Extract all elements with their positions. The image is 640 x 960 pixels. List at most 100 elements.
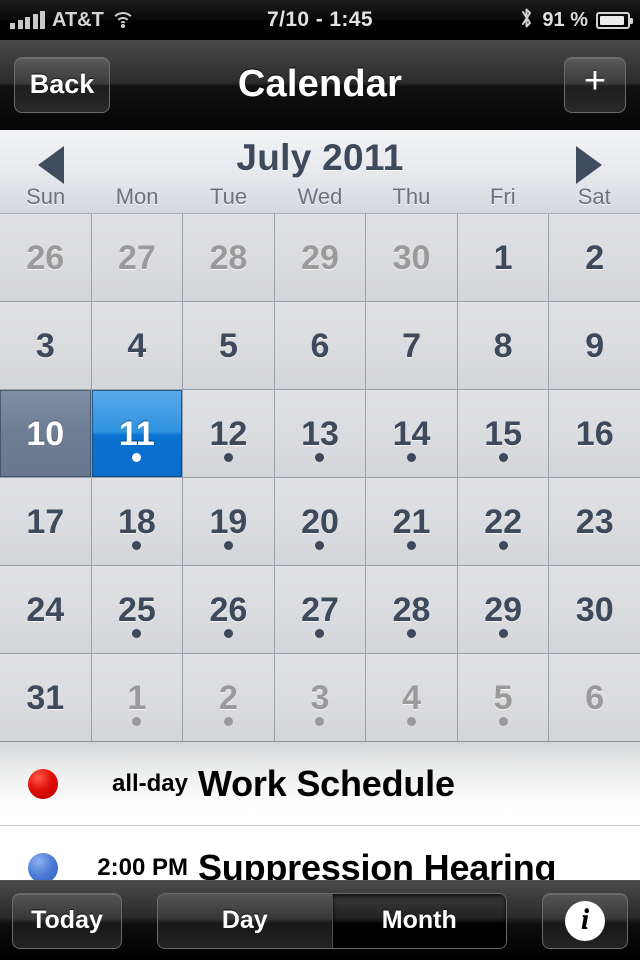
day-number: 7	[402, 326, 422, 365]
day-number: 5	[493, 678, 513, 717]
day-cell[interactable]: 6	[274, 302, 366, 389]
event-indicator-dot	[407, 541, 417, 550]
day-cell[interactable]: 6	[549, 654, 640, 741]
day-number: 30	[575, 590, 614, 629]
day-cell[interactable]: 18	[91, 478, 183, 565]
add-event-button[interactable]: +	[564, 56, 626, 113]
day-cell[interactable]: 24	[0, 566, 91, 653]
event-indicator-dot	[132, 629, 142, 638]
day-cell[interactable]: 27	[91, 214, 183, 301]
event-indicator-dot	[223, 629, 233, 638]
event-indicator-dot	[407, 453, 417, 462]
calendar-app: AT&T 7/10 - 1:45 91 % Back Calendar + Ju…	[0, 0, 640, 960]
event-indicator-dot	[315, 629, 325, 638]
segment-month[interactable]: Month	[331, 893, 506, 948]
event-indicator-dot	[315, 717, 325, 726]
day-number: 28	[209, 238, 248, 277]
day-cell[interactable]: 26	[0, 214, 91, 301]
day-number: 2	[585, 238, 605, 277]
day-cell[interactable]: 11	[91, 390, 183, 477]
triangle-right-icon[interactable]	[576, 146, 602, 184]
weekday-label-mon: Mon	[115, 184, 159, 209]
day-cell[interactable]: 27	[274, 566, 366, 653]
event-row[interactable]: 2:00 PM Suppression Hearing	[0, 826, 640, 880]
day-cell[interactable]: 4	[91, 302, 183, 389]
day-cell[interactable]: 29	[457, 566, 549, 653]
plus-icon: +	[583, 60, 607, 102]
weekday-label-fri: Fri	[489, 184, 516, 209]
weekday-header-row: Sun Mon Tue Wed Thu Fri Sat	[0, 184, 640, 210]
day-cell[interactable]: 4	[366, 654, 457, 741]
day-cell[interactable]: 16	[549, 390, 640, 477]
day-cell[interactable]: 30	[366, 214, 457, 301]
day-cell[interactable]: 3	[274, 654, 366, 741]
day-cell[interactable]: 22	[457, 478, 549, 565]
bottom-toolbar: Today Day Month i	[0, 880, 640, 960]
event-indicator-dot	[223, 717, 233, 726]
bluetooth-icon	[520, 7, 534, 33]
day-cell[interactable]: 7	[366, 302, 457, 389]
day-number: 11	[118, 414, 155, 453]
segment-day[interactable]: Day	[158, 893, 332, 948]
day-cell[interactable]: 10	[0, 390, 91, 477]
event-indicator-dot	[223, 453, 233, 462]
day-cell[interactable]: 1	[457, 214, 549, 301]
back-button[interactable]: Back	[14, 56, 110, 113]
day-number: 26	[209, 590, 248, 629]
weekday-label-sat: Sat	[577, 184, 611, 209]
day-cell[interactable]: 17	[0, 478, 91, 565]
day-cell[interactable]: 19	[183, 478, 274, 565]
day-cell[interactable]: 2	[183, 654, 274, 741]
info-circle-icon: i	[565, 900, 605, 941]
day-number: 13	[301, 414, 339, 453]
day-cell[interactable]: 5	[183, 302, 274, 389]
day-cell[interactable]: 30	[549, 566, 640, 653]
day-cell[interactable]: 29	[274, 214, 366, 301]
day-number: 20	[301, 502, 339, 541]
day-number: 25	[117, 590, 156, 629]
day-cell[interactable]: 23	[549, 478, 640, 565]
day-cell[interactable]: 25	[91, 566, 183, 653]
event-indicator-dot	[315, 541, 325, 550]
day-cell[interactable]: 20	[274, 478, 366, 565]
day-number: 24	[26, 590, 65, 629]
day-cell[interactable]: 12	[183, 390, 274, 477]
calendar-grid: 26 27 28 29 30 1 2 3 4 5 6 7 8 9 10 11 12 13 14 15 16 17 18 19 2…	[0, 214, 640, 742]
day-number: 29	[484, 590, 523, 629]
day-cell[interactable]: 21	[366, 478, 457, 565]
day-number: 2	[218, 678, 238, 717]
day-cell[interactable]: 28	[183, 214, 274, 301]
event-title: Suppression Hearing	[198, 846, 557, 881]
day-cell[interactable]: 5	[457, 654, 549, 741]
day-cell[interactable]: 28	[366, 566, 457, 653]
day-number: 12	[209, 414, 248, 453]
day-number: 10	[26, 414, 65, 453]
today-button[interactable]: Today	[12, 892, 122, 949]
day-cell[interactable]: 3	[0, 302, 91, 389]
info-button[interactable]: i	[542, 892, 628, 949]
day-number: 28	[392, 590, 431, 629]
day-cell[interactable]: 13	[274, 390, 366, 477]
day-cell[interactable]: 8	[457, 302, 549, 389]
day-number: 22	[484, 502, 523, 541]
day-cell[interactable]: 15	[457, 390, 549, 477]
event-indicator-dot	[498, 717, 508, 726]
day-number: 21	[392, 502, 431, 541]
day-cell[interactable]: 31	[0, 654, 91, 741]
event-indicator-dot	[407, 717, 417, 726]
day-cell[interactable]: 9	[549, 302, 640, 389]
day-number: 8	[493, 326, 513, 365]
day-cell[interactable]: 14	[366, 390, 457, 477]
weekday-label-sun: Sun	[26, 184, 66, 209]
day-cell[interactable]: 26	[183, 566, 274, 653]
day-number: 6	[585, 678, 605, 717]
day-number: 4	[402, 678, 422, 717]
event-indicator-dot	[407, 629, 417, 638]
day-cell[interactable]: 2	[549, 214, 640, 301]
day-cell[interactable]: 1	[91, 654, 183, 741]
day-number: 30	[392, 238, 431, 277]
event-list: all-day Work Schedule 2:00 PM Suppression H…	[0, 742, 640, 880]
day-number: 1	[127, 678, 147, 717]
event-indicator-dot	[132, 717, 142, 726]
event-row[interactable]: all-day Work Schedule	[0, 742, 640, 826]
